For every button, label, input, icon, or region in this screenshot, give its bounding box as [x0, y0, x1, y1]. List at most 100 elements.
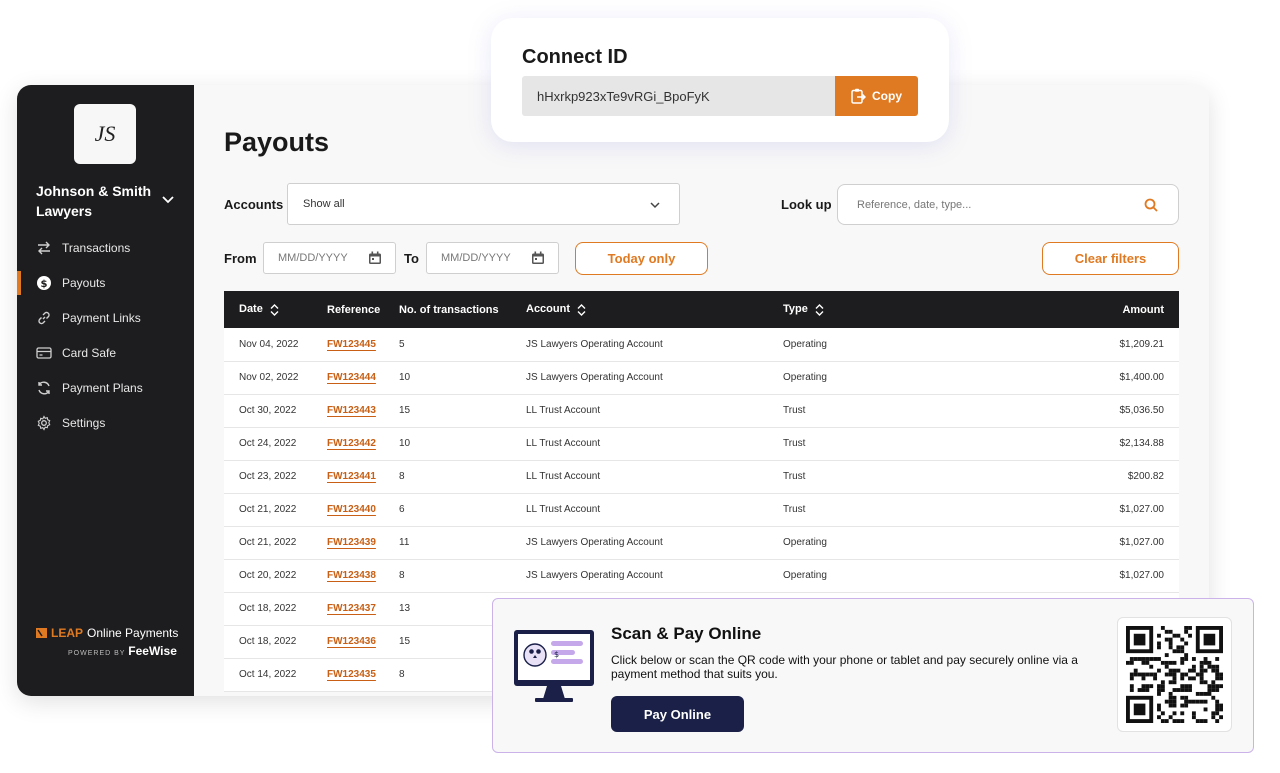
monitor-illustration-icon: $: [514, 630, 594, 702]
column-date[interactable]: Date: [224, 291, 312, 328]
table-row[interactable]: Nov 02, 2022 FW123444 10 JS Lawyers Operati…: [224, 361, 1179, 394]
cell-amount: $1,027.00: [1119, 504, 1165, 515]
scan-pay-card: $ Scan & Pay Online Click below or scan …: [492, 598, 1254, 753]
brand-footer: LEAP Online Payments POWERED BY FeeWise: [36, 626, 178, 658]
copy-button[interactable]: Copy: [835, 76, 918, 116]
cell-account: JS Lawyers Operating Account: [526, 570, 663, 581]
reference-link[interactable]: FW123441: [327, 471, 376, 482]
sort-icon[interactable]: [270, 303, 279, 316]
chevron-down-icon: [650, 202, 660, 209]
reference-link[interactable]: FW123439: [327, 537, 376, 548]
qr-code-icon: [1126, 626, 1223, 723]
cell-type: Trust: [783, 504, 806, 515]
cell-account: JS Lawyers Operating Account: [526, 338, 663, 350]
accounts-select[interactable]: Show all: [287, 183, 680, 225]
column-amount: Amount: [968, 291, 1179, 328]
column-reference: Reference: [312, 291, 384, 328]
connect-id-field[interactable]: hHxrkp923xTe9vRGi_BpoFyK: [522, 76, 835, 116]
cell-type: Trust: [783, 438, 806, 449]
cell-date: Oct 18, 2022: [239, 603, 297, 614]
scan-pay-description: Click below or scan the QR code with you…: [611, 653, 1078, 681]
chevron-down-icon[interactable]: [162, 193, 174, 205]
sidebar-item-label: Settings: [62, 415, 106, 430]
reference-link[interactable]: FW123435: [327, 669, 376, 680]
clear-filters-button[interactable]: Clear filters: [1042, 242, 1179, 275]
reference-link[interactable]: FW123443: [327, 405, 376, 416]
to-date-input[interactable]: MM/DD/YYYY: [426, 242, 559, 274]
cell-date: Oct 14, 2022: [239, 669, 297, 680]
cell-type: Operating: [783, 372, 827, 383]
cell-reference: FW123438: [312, 559, 384, 592]
column-account[interactable]: Account: [511, 291, 768, 328]
cell-date: Nov 04, 2022: [239, 338, 299, 350]
reference-link[interactable]: FW123440: [327, 504, 376, 515]
table-row[interactable]: Oct 30, 2022 FW123443 15 LL Trust Account Tr…: [224, 394, 1179, 427]
column-type[interactable]: Type: [768, 291, 968, 328]
brand-powered-by: POWERED BY FeeWise: [68, 644, 178, 658]
sidebar-item-label: Payment Links: [62, 310, 141, 325]
cell-date: Oct 21, 2022: [239, 504, 297, 515]
cell-amount: $1,027.00: [1119, 537, 1165, 548]
sidebar-item-label: Payouts: [62, 275, 106, 290]
stage: JS Johnson & Smith Lawyers Transactions …: [0, 0, 1280, 773]
sidebar-item-payouts[interactable]: $ Payouts: [17, 265, 194, 300]
table-row[interactable]: Oct 20, 2022 FW123438 8 JS Lawyers Operatin…: [224, 559, 1179, 592]
cell-amount: $1,209.21: [1119, 338, 1165, 350]
table-row[interactable]: Oct 21, 2022 FW123439 11 JS Lawyers Operati…: [224, 526, 1179, 559]
reference-link[interactable]: FW123438: [327, 570, 376, 581]
cell-count: 8: [399, 570, 405, 581]
column-date-label: Date: [239, 303, 263, 316]
accounts-select-value: Show all: [303, 198, 345, 210]
cell-reference: FW123442: [312, 427, 384, 460]
cell-type: Trust: [783, 405, 806, 416]
reference-link[interactable]: FW123444: [327, 372, 376, 383]
from-date-input[interactable]: MM/DD/YYYY: [263, 242, 396, 274]
cell-reference: FW123444: [312, 361, 384, 394]
reference-link[interactable]: FW123445: [327, 339, 376, 350]
qr-code[interactable]: [1117, 617, 1232, 732]
cell-amount: $2,134.88: [1119, 438, 1165, 449]
accounts-label: Accounts: [224, 197, 284, 212]
reference-link[interactable]: FW123437: [327, 603, 376, 614]
brand-feewise: FeeWise: [128, 644, 177, 658]
cell-account: LL Trust Account: [526, 471, 601, 482]
column-count-label: No. of transactions: [399, 303, 499, 316]
column-reference-label: Reference: [327, 303, 381, 316]
table-row[interactable]: Nov 04, 2022 FW123445 5 JS Lawyers Operatin…: [224, 328, 1179, 361]
sort-icon[interactable]: [577, 303, 586, 316]
cell-account: LL Trust Account: [526, 438, 601, 449]
sidebar-item-transactions[interactable]: Transactions: [17, 230, 194, 265]
brand-online-payments: Online Payments: [87, 626, 179, 640]
table-row[interactable]: Oct 23, 2022 FW123441 8 LL Trust Account Tru…: [224, 460, 1179, 493]
calendar-icon[interactable]: [531, 251, 545, 265]
cell-reference: FW123443: [312, 394, 384, 427]
from-label: From: [224, 251, 257, 266]
table-row[interactable]: Oct 21, 2022 FW123440 6 LL Trust Account Tru…: [224, 493, 1179, 526]
firm-name[interactable]: Johnson & Smith Lawyers: [36, 181, 156, 221]
reference-link[interactable]: FW123436: [327, 636, 376, 647]
cell-date: Oct 21, 2022: [239, 537, 297, 548]
cell-count: 15: [399, 405, 411, 416]
scan-pay-title: Scan & Pay Online: [611, 624, 762, 643]
connect-id-card: Connect ID hHxrkp923xTe9vRGi_BpoFyK Copy: [491, 18, 949, 142]
link-icon: [36, 310, 52, 326]
svg-text:$: $: [554, 650, 559, 659]
lookup-search-input[interactable]: Reference, date, type...: [837, 184, 1179, 225]
cell-count: 11: [399, 537, 410, 548]
reference-link[interactable]: FW123442: [327, 438, 376, 449]
sidebar-item-payment-links[interactable]: Payment Links: [17, 300, 194, 335]
table-row[interactable]: Oct 24, 2022 FW123442 10 LL Trust Account Tr…: [224, 427, 1179, 460]
cell-amount: $200.82: [1127, 471, 1164, 482]
today-only-button[interactable]: Today only: [575, 242, 708, 275]
calendar-icon[interactable]: [368, 251, 382, 265]
search-icon[interactable]: [1144, 198, 1158, 212]
pay-online-button[interactable]: Pay Online: [611, 696, 744, 732]
cell-type: Operating: [783, 537, 827, 548]
sidebar-item-card-safe[interactable]: Card Safe: [17, 335, 194, 370]
leap-logo-icon: [36, 628, 47, 638]
table-header-row: Date Reference No. of transactions Accou…: [224, 291, 1179, 328]
sidebar-item-settings[interactable]: Settings: [17, 405, 194, 440]
cell-date: Nov 02, 2022: [239, 372, 299, 383]
sidebar-item-payment-plans[interactable]: Payment Plans: [17, 370, 194, 405]
sort-icon[interactable]: [815, 303, 824, 316]
